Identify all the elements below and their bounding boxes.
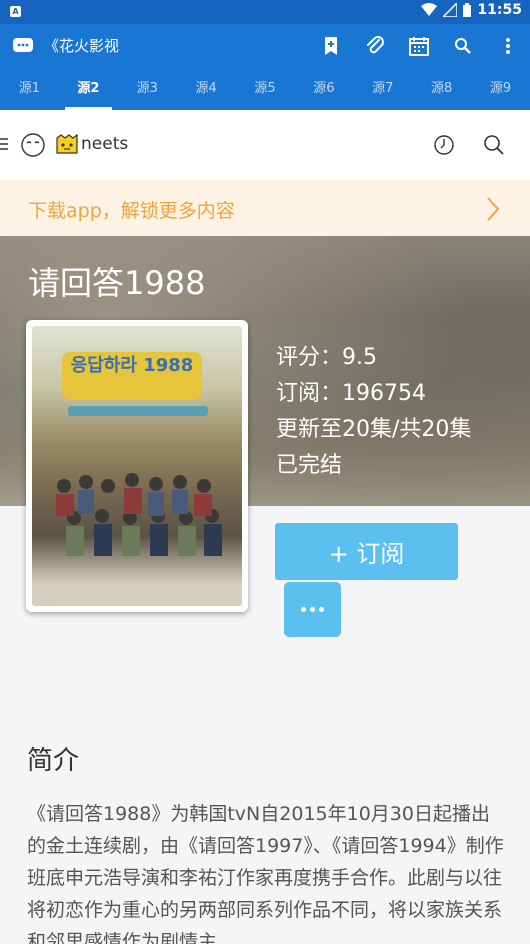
subscribe-label: + 订阅	[328, 540, 405, 568]
tab-source-9[interactable]: 源9	[471, 68, 530, 110]
notification-icon: A	[10, 6, 21, 17]
history-icon[interactable]	[433, 134, 455, 156]
site-logo-text[interactable]: neets	[81, 134, 128, 154]
smile-icon[interactable]	[20, 132, 46, 158]
app-bar: 《花火影视	[0, 24, 530, 68]
source-tabs: 源1 源2 源3 源4 源5 源6 源7 源8 源9	[0, 68, 530, 110]
tab-source-1[interactable]: 源1	[0, 68, 59, 110]
site-header: neets	[0, 110, 530, 180]
intro-text: 《请回答1988》为韩国tvN自2015年10月30日起播出的金土连续剧，由《请…	[27, 803, 504, 944]
signal-icon	[443, 3, 458, 17]
subscription-count: 订阅：196754	[276, 381, 426, 406]
logo-icon	[56, 134, 78, 154]
overflow-menu-icon[interactable]	[496, 34, 520, 58]
status-time: 11:55	[477, 2, 522, 18]
menu-icon[interactable]	[0, 138, 8, 150]
search-icon[interactable]	[451, 34, 475, 58]
show-info: 评分：9.5 订阅：196754 更新至20集/共20集 已完结	[276, 340, 471, 484]
wifi-icon	[421, 3, 438, 16]
download-app-banner[interactable]: 下载app，解锁更多内容	[0, 180, 530, 236]
tab-source-4[interactable]: 源4	[177, 68, 236, 110]
intro-heading: 简介	[27, 746, 80, 776]
chevron-right-icon	[487, 197, 500, 221]
attachment-icon[interactable]	[363, 34, 387, 58]
tab-source-5[interactable]: 源5	[236, 68, 295, 110]
rating-text: 评分：9.5	[276, 345, 377, 370]
battery-icon	[463, 3, 472, 17]
more-options-button[interactable]	[284, 582, 341, 637]
completion-status: 已完结	[276, 453, 343, 478]
tab-source-7[interactable]: 源7	[353, 68, 412, 110]
page: A 11:55 《花火影视 源1 源2 源3 源4 源5 源6 源7 源8 源9…	[0, 0, 530, 944]
site-search-icon[interactable]	[483, 134, 505, 156]
episode-status: 更新至20集/共20集	[276, 417, 472, 442]
app-title: 《花火影视	[44, 37, 120, 55]
show-poster[interactable]: 응답하라 1988	[26, 320, 248, 612]
status-bar: A 11:55	[0, 0, 530, 24]
tab-source-8[interactable]: 源8	[412, 68, 471, 110]
more-dot-icon	[301, 607, 306, 612]
tab-source-3[interactable]: 源3	[118, 68, 177, 110]
poster-cast-image	[56, 473, 222, 556]
calendar-icon[interactable]	[407, 34, 431, 58]
subscribe-button[interactable]: + 订阅	[275, 523, 458, 580]
tab-source-6[interactable]: 源6	[294, 68, 353, 110]
bookmark-add-icon[interactable]	[319, 34, 343, 58]
back-icon[interactable]	[12, 37, 34, 53]
tab-source-2[interactable]: 源2	[59, 68, 118, 110]
banner-text: 下载app，解锁更多内容	[28, 200, 235, 222]
show-title: 请回答1988	[28, 264, 206, 302]
poster-title-art: 응답하라 1988	[62, 352, 202, 400]
